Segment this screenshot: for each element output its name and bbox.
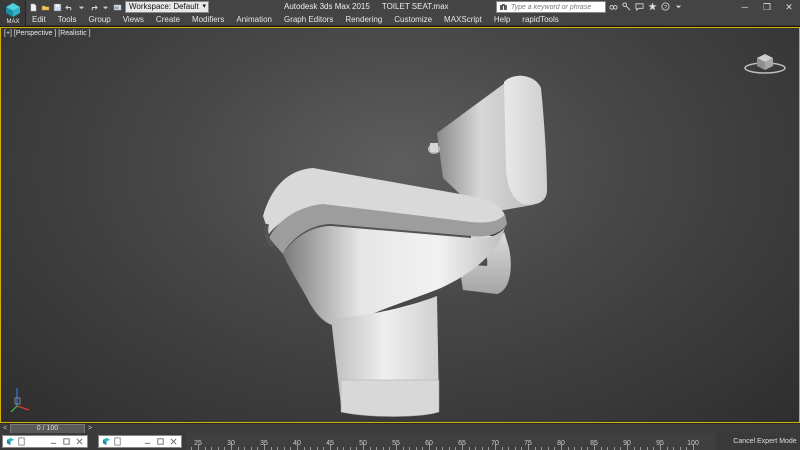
menu-animation[interactable]: Animation (236, 14, 272, 26)
save-icon[interactable] (52, 2, 62, 12)
trackbar-frame-label: 85 (590, 440, 598, 447)
help-toolbar: ? (608, 1, 684, 13)
window-title: Autodesk 3ds Max 2015 TOILET SEAT.max (284, 2, 449, 11)
new-file-icon[interactable] (28, 2, 38, 12)
search-input[interactable] (510, 2, 605, 12)
trackbar-frame-label: 70 (491, 440, 499, 447)
help-dropdown-icon[interactable] (673, 1, 684, 12)
cancel-expert-mode-button[interactable]: Cancel Expert Mode (730, 433, 800, 450)
trackbar-frame-label: 30 (227, 440, 235, 447)
trackbar[interactable]: 25 30 35 40 45 50 55 60 65 70 75 80 85 90 95 100 (186, 433, 716, 450)
menu-help[interactable]: Help (494, 14, 510, 26)
listener-app-icon (6, 437, 15, 446)
perspective-viewport[interactable]: [+] [Perspective ] [Realistic ] (0, 27, 800, 423)
trackbar-frame-label: 65 (458, 440, 466, 447)
menu-tools[interactable]: Tools (58, 14, 77, 26)
listener-restore-icon[interactable] (62, 437, 71, 446)
redo-icon[interactable] (88, 2, 98, 12)
trackbar-frame-label: 80 (557, 440, 565, 447)
maxscript-mini-listener[interactable] (2, 435, 88, 448)
redo-dropdown-icon[interactable] (100, 2, 110, 12)
menu-edit[interactable]: Edit (32, 14, 46, 26)
undo-icon[interactable] (64, 2, 74, 12)
listener-restore-icon[interactable] (156, 437, 165, 446)
trackbar-frame-label: 55 (392, 440, 400, 447)
communication-center-icon[interactable] (634, 1, 645, 12)
menu-views[interactable]: Views (123, 14, 144, 26)
close-button[interactable]: ✕ (778, 0, 800, 14)
trackbar-frame-label: 90 (623, 440, 631, 447)
project-folder-icon[interactable] (112, 2, 122, 12)
app-logo-icon (6, 3, 20, 17)
listener-document-icon (114, 437, 121, 446)
minimize-button[interactable]: ─ (734, 0, 756, 14)
listener-app-icon (102, 437, 111, 446)
trackbar-frame-label: 95 (656, 440, 664, 447)
toilet-model[interactable] (1, 28, 799, 422)
workspace-label: Workspace: Default (129, 2, 199, 11)
menu-graph-editors[interactable]: Graph Editors (284, 14, 333, 26)
menu-modifiers[interactable]: Modifiers (192, 14, 224, 26)
window-controls: ─ ❐ ✕ (734, 0, 800, 14)
app-logo-caption: MAX (6, 19, 20, 25)
maxscript-mini-listener-secondary[interactable] (98, 435, 182, 448)
menu-group[interactable]: Group (88, 14, 110, 26)
open-folder-icon[interactable] (40, 2, 50, 12)
listener-document-icon (18, 437, 25, 446)
listener-close-icon[interactable] (169, 437, 178, 446)
trackbar-frame-label: 60 (425, 440, 433, 447)
listener-minimize-icon[interactable] (49, 437, 58, 446)
trackbar-frame-label: 25 (194, 440, 202, 447)
trackbar-frame-label: 75 (524, 440, 532, 447)
app-name: Autodesk 3ds Max 2015 (284, 2, 370, 11)
binoculars-icon[interactable] (608, 1, 619, 12)
trackbar-frame-label: 100 (687, 440, 699, 447)
bottom-bar: 25 30 35 40 45 50 55 60 65 70 75 80 85 90 95 100 Cancel… (0, 433, 800, 450)
search-icon (499, 4, 507, 10)
infocenter-search[interactable] (496, 1, 606, 13)
menu-bar: Edit Tools Group Views Create Modifiers … (26, 14, 800, 26)
application-button[interactable]: MAX (0, 0, 26, 26)
key-icon[interactable] (621, 1, 632, 12)
svg-text:?: ? (664, 5, 667, 11)
chevron-down-icon: ▾ (202, 3, 206, 10)
axis-tripod-icon (10, 388, 30, 413)
restore-button[interactable]: ❐ (756, 0, 778, 14)
menu-rendering[interactable]: Rendering (345, 14, 382, 26)
trackbar-frame-label: 45 (326, 440, 334, 447)
favorites-star-icon[interactable] (647, 1, 658, 12)
menu-create[interactable]: Create (156, 14, 180, 26)
trackbar-frame-label: 35 (260, 440, 268, 447)
undo-dropdown-icon[interactable] (76, 2, 86, 12)
workspace-dropdown[interactable]: Workspace: Default ▾ (125, 1, 209, 13)
trackbar-frame-label: 50 (359, 440, 367, 447)
menu-customize[interactable]: Customize (394, 14, 432, 26)
file-name: TOILET SEAT.max (381, 2, 449, 11)
help-icon[interactable]: ? (660, 1, 671, 12)
listener-close-icon[interactable] (75, 437, 84, 446)
listener-minimize-icon[interactable] (143, 437, 152, 446)
quick-access-toolbar (28, 1, 122, 13)
title-bar: MAX Workspace: Default ▾ Autodesk 3ds Ma… (0, 0, 800, 26)
trackbar-frame-label: 40 (293, 440, 301, 447)
viewcube-icon[interactable] (741, 46, 789, 78)
menu-rapidtools[interactable]: rapidTools (522, 14, 558, 26)
time-slider[interactable]: < 0 / 100 > (0, 423, 800, 434)
menu-maxscript[interactable]: MAXScript (444, 14, 482, 26)
